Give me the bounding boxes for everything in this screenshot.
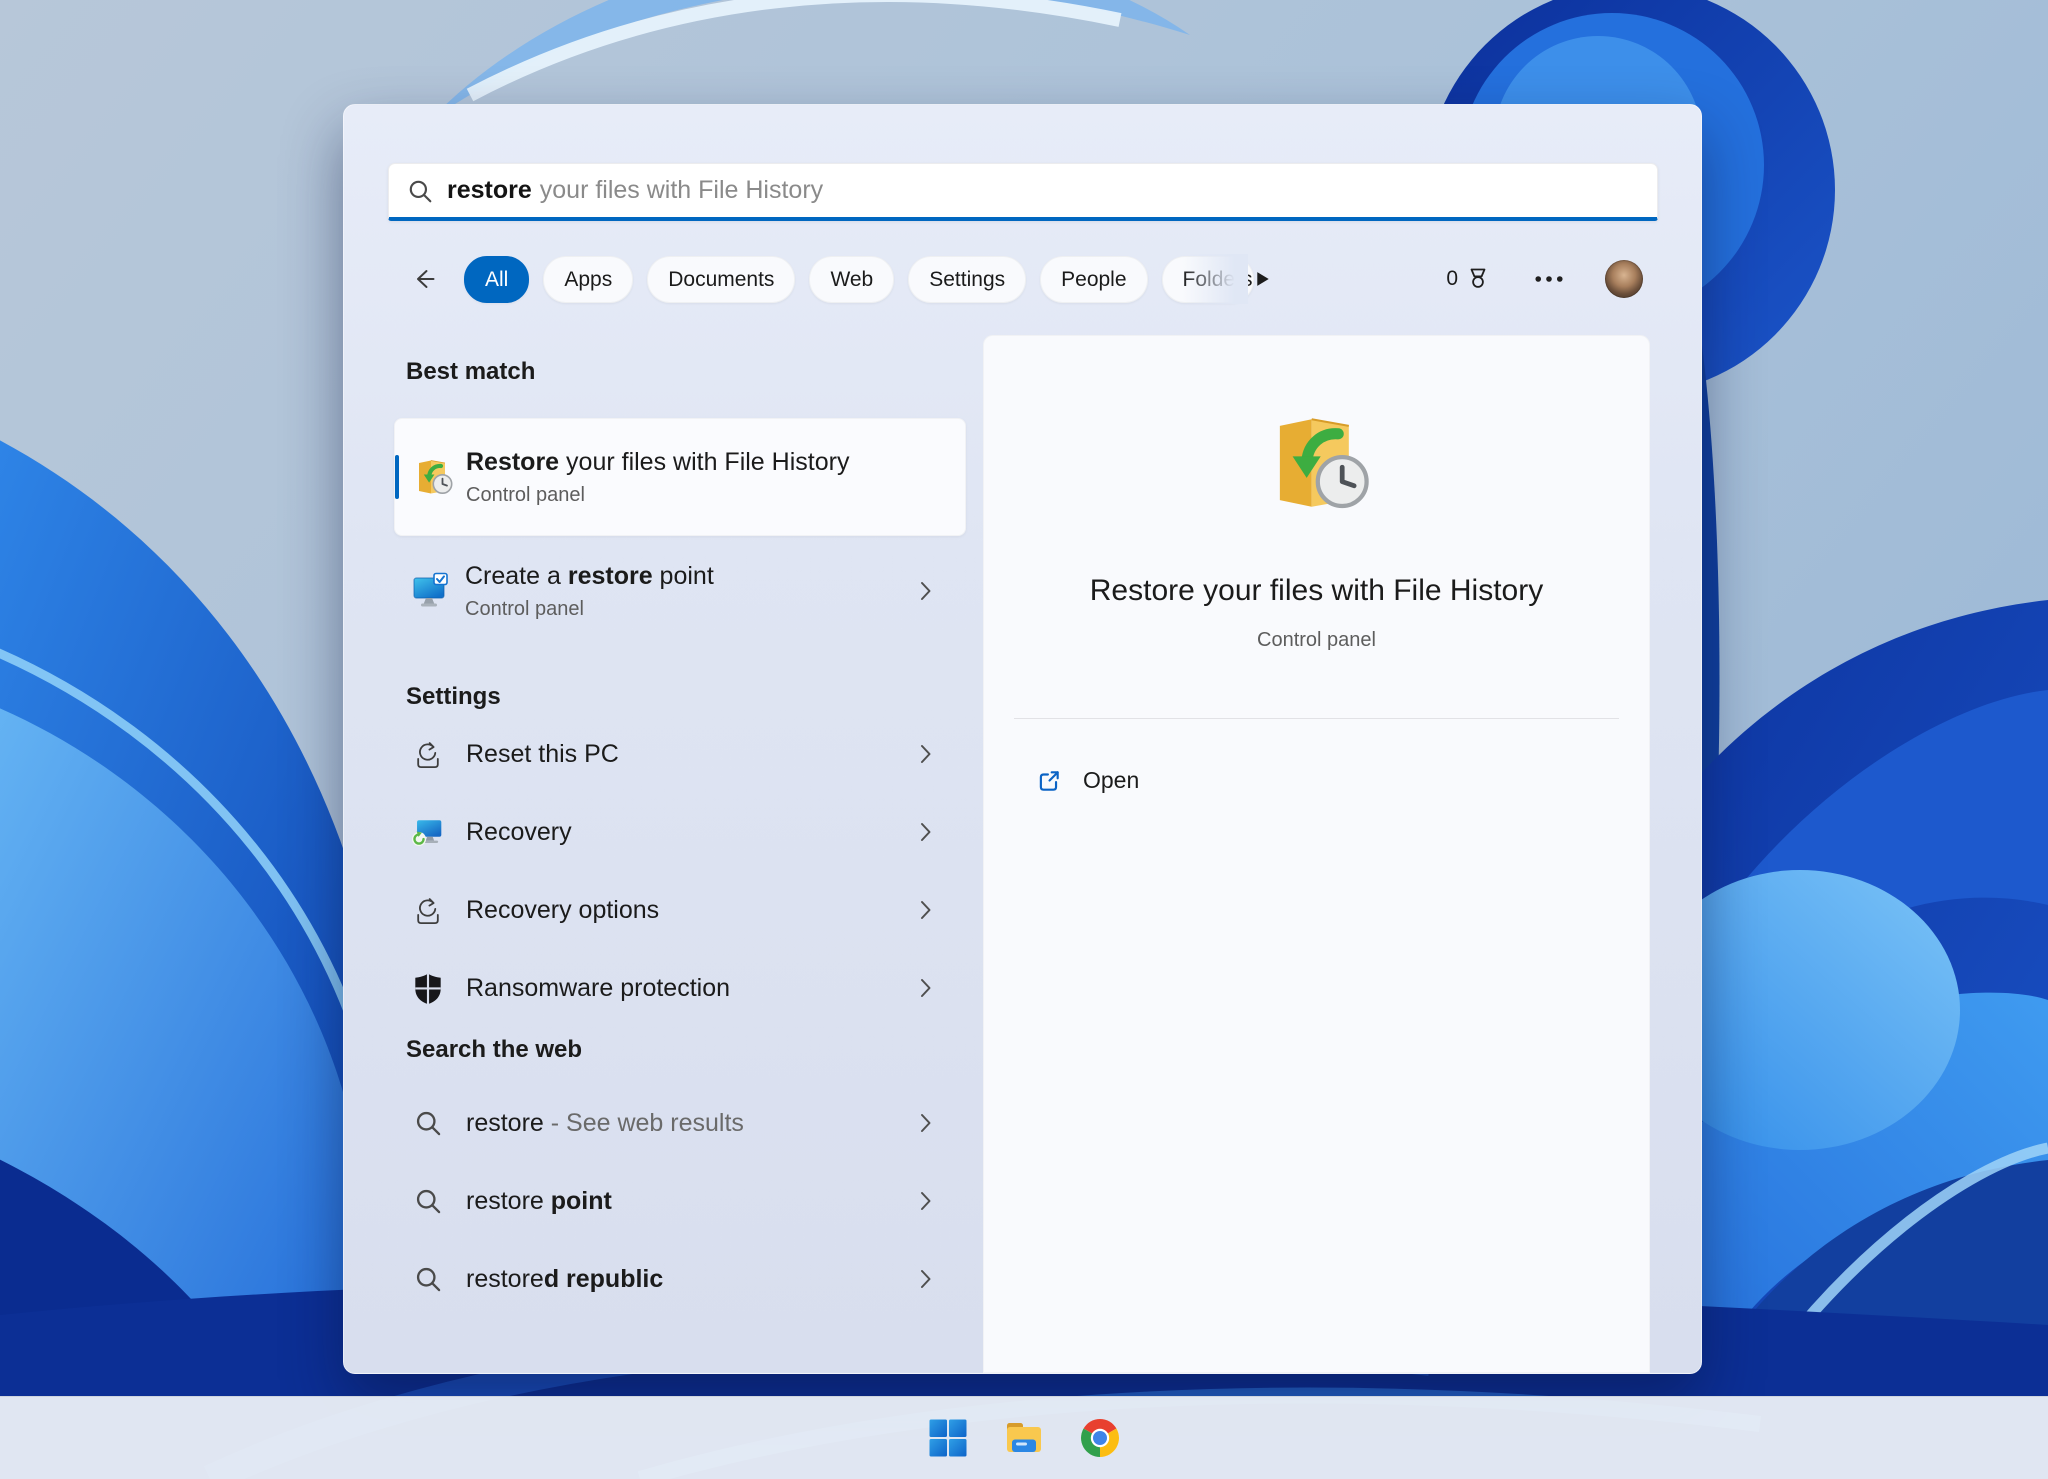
best-match-subtitle: Control panel: [466, 483, 585, 506]
results-column: Best match Restore your files with File …: [394, 335, 966, 1373]
web-suggestion-restore-point[interactable]: restore point: [394, 1162, 966, 1240]
search-typed-text: restore: [447, 176, 532, 204]
result-label: Recovery options: [466, 895, 660, 924]
preview-divider: [1014, 718, 1619, 719]
folder-icon: [1004, 1418, 1044, 1458]
web-suggestion-restore[interactable]: restore - See web results: [394, 1084, 966, 1162]
start-button[interactable]: [928, 1418, 968, 1458]
filter-tabs: All Apps Documents Web Settings People F…: [464, 255, 1254, 303]
create-restore-subtitle: Control panel: [465, 597, 584, 620]
tab-apps[interactable]: Apps: [543, 255, 634, 303]
more-options-button[interactable]: [1535, 275, 1563, 283]
filter-bar: All Apps Documents Web Settings People F…: [344, 253, 1701, 305]
selection-accent-bar: [395, 455, 399, 499]
best-match-result[interactable]: Restore your files with File History Con…: [394, 418, 966, 536]
chrome-button[interactable]: [1080, 1418, 1120, 1458]
file-explorer-button[interactable]: [1004, 1418, 1044, 1458]
web-suggestion-restored-republic[interactable]: restored republic: [394, 1240, 966, 1318]
back-button[interactable]: [410, 265, 438, 293]
search-web-header: Search the web: [406, 1036, 583, 1063]
tabs-expand-icon[interactable]: [1256, 271, 1270, 287]
chevron-right-icon: [920, 1113, 932, 1133]
recovery-options-icon: [410, 892, 446, 928]
system-properties-icon: [409, 568, 455, 614]
chevron-right-icon: [920, 744, 932, 764]
security-shield-icon: [410, 970, 446, 1006]
preview-panel: Restore your files with File History Con…: [983, 335, 1650, 1373]
tab-people[interactable]: People: [1040, 255, 1148, 303]
preview-subtitle: Control panel: [1257, 629, 1376, 651]
search-input[interactable]: restore your files with File History: [388, 163, 1658, 221]
windows-logo-icon: [928, 1418, 968, 1458]
file-history-icon: [410, 454, 456, 500]
chevron-right-icon: [920, 978, 932, 998]
web-suggestion-label: restored republic: [466, 1264, 664, 1293]
result-label: Reset this PC: [466, 739, 619, 768]
settings-header: Settings: [406, 683, 501, 710]
rewards-medal-icon: [1465, 266, 1491, 292]
best-match-title: Restore your files with File History: [466, 447, 850, 476]
rewards-button[interactable]: 0: [1446, 266, 1491, 292]
user-avatar[interactable]: [1605, 260, 1643, 298]
taskbar: [0, 1396, 2048, 1479]
open-label: Open: [1083, 767, 1140, 793]
file-history-large-icon: [1256, 402, 1378, 524]
open-external-icon: [1036, 768, 1062, 794]
result-reset-this-pc[interactable]: Reset this PC: [394, 715, 966, 793]
chevron-right-icon: [920, 900, 932, 920]
tab-settings[interactable]: Settings: [908, 255, 1027, 303]
search-flyout-window: restore your files with File History All…: [343, 104, 1702, 1374]
desktop: restore your files with File History All…: [0, 0, 2048, 1479]
web-suggestion-label: restore - See web results: [466, 1108, 744, 1137]
preview-title: Restore your files with File History: [1089, 574, 1544, 607]
result-create-restore-point[interactable]: Create a restore point Control panel: [394, 549, 966, 633]
create-restore-title: Create a restore point: [465, 561, 714, 590]
result-recovery-options[interactable]: Recovery options: [394, 871, 966, 949]
open-action[interactable]: Open: [1036, 767, 1649, 794]
search-icon: [410, 1261, 446, 1297]
chrome-icon: [1080, 1418, 1120, 1458]
result-label: Recovery: [466, 817, 572, 846]
search-icon: [410, 1183, 446, 1219]
rewards-count: 0: [1446, 267, 1458, 290]
chevron-right-icon: [920, 822, 932, 842]
recovery-icon: [410, 814, 446, 850]
search-suggestion-text: your files with File History: [539, 176, 824, 204]
tab-documents[interactable]: Documents: [647, 255, 796, 303]
tab-folders[interactable]: Folders: [1161, 255, 1254, 303]
filter-bar-right: 0: [1446, 260, 1701, 298]
web-suggestion-label: restore point: [466, 1186, 612, 1215]
tab-all[interactable]: All: [464, 255, 530, 303]
search-icon: [407, 178, 433, 204]
result-recovery[interactable]: Recovery: [394, 793, 966, 871]
result-label: Ransomware protection: [466, 973, 731, 1002]
chevron-right-icon: [920, 1269, 932, 1289]
best-match-header: Best match: [406, 358, 536, 385]
chevron-right-icon: [920, 581, 932, 601]
tab-web[interactable]: Web: [809, 255, 895, 303]
chevron-right-icon: [920, 1191, 932, 1211]
search-icon: [410, 1105, 446, 1141]
result-ransomware-protection[interactable]: Ransomware protection: [394, 949, 966, 1027]
ellipsis-icon: [1535, 275, 1563, 283]
reset-pc-icon: [410, 736, 446, 772]
